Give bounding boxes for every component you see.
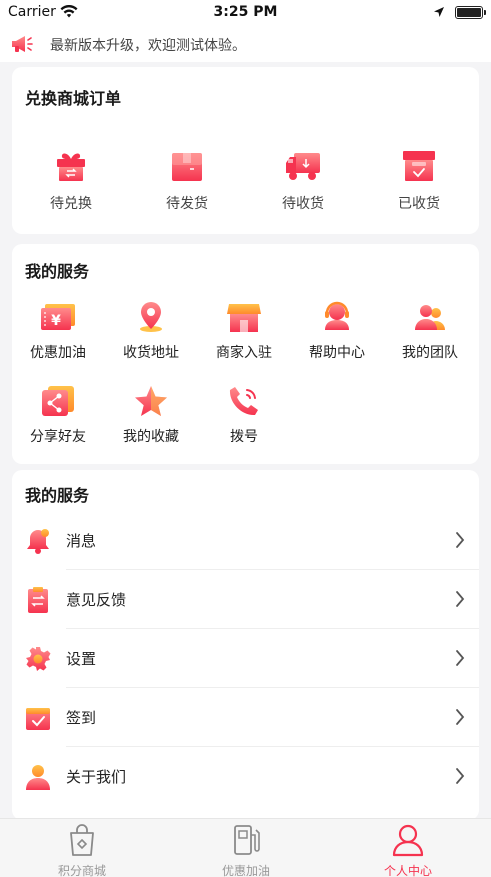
service-label: 收货地址 xyxy=(123,345,179,361)
box-check-icon xyxy=(374,149,464,187)
notice-bar: 最新版本升级，欢迎测试体验。 xyxy=(0,26,491,62)
service-fuel-coupon[interactable]: ¥ 优惠加油 xyxy=(15,300,101,362)
service-label: 帮助中心 xyxy=(309,345,365,361)
headset-icon xyxy=(294,300,380,338)
star-icon xyxy=(108,384,194,422)
order-pending-receive[interactable]: 待收货 xyxy=(258,149,348,213)
chevron-right-icon xyxy=(455,708,465,730)
tab-label: 个人中心 xyxy=(383,864,432,877)
person-icon xyxy=(24,763,52,795)
service-help-center[interactable]: 帮助中心 xyxy=(294,300,380,362)
tab-profile[interactable]: 个人中心 xyxy=(348,823,468,877)
order-received[interactable]: 已收货 xyxy=(374,149,464,213)
order-pending-redeem[interactable]: 待兑换 xyxy=(26,149,116,213)
shopping-bag-icon xyxy=(22,823,142,861)
list-item-feedback[interactable]: 意见反馈 xyxy=(12,570,479,629)
location-arrow-icon xyxy=(433,6,445,22)
service-label: 商家入驻 xyxy=(216,345,272,361)
service-dial[interactable]: 拨号 xyxy=(201,384,287,446)
order-label: 待兑换 xyxy=(50,196,92,212)
share-icon xyxy=(15,384,101,422)
list-item-about[interactable]: 关于我们 xyxy=(12,747,479,806)
notice-text: 最新版本升级，欢迎测试体验。 xyxy=(50,38,246,54)
list-item-label: 签到 xyxy=(66,709,97,727)
chevron-right-icon xyxy=(455,767,465,789)
gas-station-icon xyxy=(186,823,306,861)
list-item-label: 关于我们 xyxy=(66,768,127,786)
tab-label: 积分商城 xyxy=(57,864,106,877)
shop-icon xyxy=(201,300,287,338)
profile-icon xyxy=(348,823,468,861)
list-item-messages[interactable]: 消息 xyxy=(12,511,479,570)
list-item-label: 消息 xyxy=(66,532,97,550)
service-my-team[interactable]: 我的团队 xyxy=(387,300,473,362)
list-title: 我的服务 xyxy=(25,486,90,505)
service-share[interactable]: 分享好友 xyxy=(15,384,101,446)
chevron-right-icon xyxy=(455,590,465,612)
status-bar: Carrier 3:25 PM xyxy=(0,0,491,26)
list-item-checkin[interactable]: 签到 xyxy=(12,688,479,747)
order-label: 待收货 xyxy=(282,196,324,212)
order-label: 已收货 xyxy=(398,196,440,212)
service-label: 拨号 xyxy=(230,429,258,445)
gear-icon xyxy=(24,645,52,677)
service-address[interactable]: 收货地址 xyxy=(108,300,194,362)
feedback-icon xyxy=(24,586,52,618)
tab-points-mall[interactable]: 积分商城 xyxy=(22,823,142,877)
list-item-label: 意见反馈 xyxy=(66,591,127,609)
list-item-settings[interactable]: 设置 xyxy=(12,629,479,688)
calendar-check-icon xyxy=(24,704,52,736)
service-favorites[interactable]: 我的收藏 xyxy=(108,384,194,446)
chevron-right-icon xyxy=(455,531,465,553)
settings-list-card: 我的服务 消息 意见反馈 设置 签到 关于我们 xyxy=(12,470,479,820)
svg-text:¥: ¥ xyxy=(51,313,61,329)
chevron-right-icon xyxy=(455,649,465,671)
location-pin-icon xyxy=(108,300,194,338)
order-pending-ship[interactable]: 待发货 xyxy=(142,149,232,213)
order-label: 待发货 xyxy=(166,196,208,212)
service-label: 我的收藏 xyxy=(123,429,179,445)
truck-icon xyxy=(258,149,348,187)
tab-fuel-discount[interactable]: 优惠加油 xyxy=(186,823,306,877)
phone-icon xyxy=(201,384,287,422)
fuel-coupon-icon: ¥ xyxy=(15,300,101,338)
service-label: 我的团队 xyxy=(402,345,458,361)
tab-label: 优惠加油 xyxy=(221,864,270,877)
list-item-label: 设置 xyxy=(66,650,97,668)
team-icon xyxy=(387,300,473,338)
service-label: 分享好友 xyxy=(30,429,86,445)
tab-bar: 积分商城 优惠加油 个人中心 xyxy=(0,818,491,877)
clock: 3:25 PM xyxy=(213,4,278,20)
megaphone-icon xyxy=(10,34,34,58)
battery-icon xyxy=(455,6,486,19)
service-merchant-join[interactable]: 商家入驻 xyxy=(201,300,287,362)
services-title: 我的服务 xyxy=(25,262,90,281)
package-icon xyxy=(142,149,232,187)
gift-icon xyxy=(26,149,116,187)
service-label: 优惠加油 xyxy=(30,345,86,361)
services-card: 我的服务 ¥ 优惠加油 收货地址 商家入驻 帮助中心 我的团队 分享好友 我的收… xyxy=(12,244,479,464)
bell-icon xyxy=(24,527,52,559)
orders-card: 兑换商城订单 待兑换 待发货 待收货 已收货 xyxy=(12,67,479,234)
orders-title: 兑换商城订单 xyxy=(25,89,122,108)
